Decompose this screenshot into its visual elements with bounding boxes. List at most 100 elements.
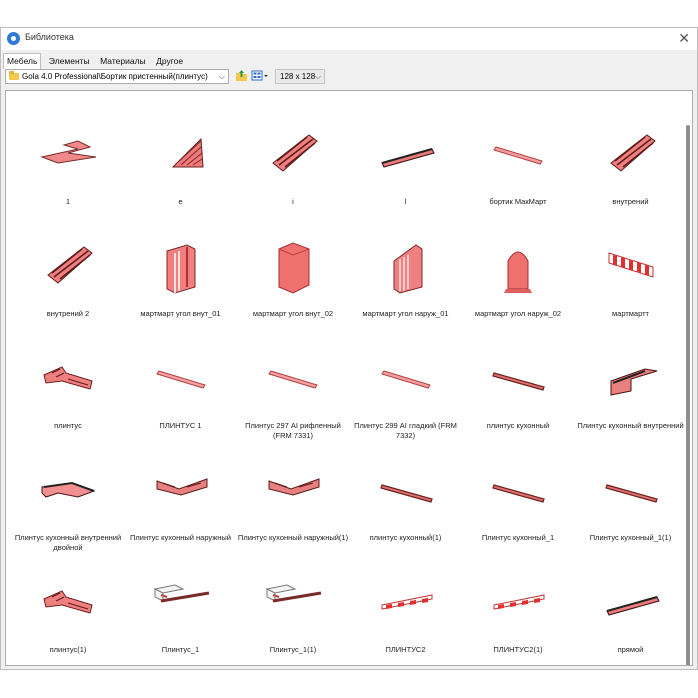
items-panel: 1 e i l бортик МакМарт внутрений внутрений 2 ма… xyxy=(5,90,693,666)
library-item[interactable]: Плинтус кухонный наружный(1) xyxy=(237,453,349,559)
item-label: мартмарт угол внут_01 xyxy=(140,309,221,318)
library-item[interactable]: i xyxy=(237,117,349,223)
item-thumbnail xyxy=(38,575,98,625)
scrollbar[interactable] xyxy=(686,125,690,665)
item-thumbnail xyxy=(376,463,436,513)
item-thumbnail xyxy=(488,463,548,513)
library-item[interactable]: плинтус кухонный(1) xyxy=(350,453,462,559)
item-label: плинтус кухонный(1) xyxy=(369,533,442,542)
item-label: l xyxy=(404,197,407,206)
library-item[interactable]: Плинтус_1(1) xyxy=(237,565,349,665)
close-icon[interactable]: ✕ xyxy=(678,30,690,46)
up-folder-icon[interactable] xyxy=(234,69,248,83)
item-label: бортик МакМарт xyxy=(489,197,547,206)
item-label: e xyxy=(178,197,183,206)
library-item[interactable]: мартмартт xyxy=(575,229,687,335)
tab-materials[interactable]: Материалы xyxy=(97,54,149,68)
library-item[interactable]: Плинтус 299 AI гладкий (FRM 7332) xyxy=(350,341,462,447)
tab-other[interactable]: Другое xyxy=(153,54,186,68)
item-thumbnail xyxy=(151,127,211,177)
library-item[interactable]: Плинтус кухонный_1(1) xyxy=(575,453,687,559)
library-item[interactable]: Плинтус_1 xyxy=(125,565,237,665)
item-label: Плинтус 299 AI гладкий (FRM 7332) xyxy=(354,421,457,440)
folder-icon xyxy=(9,71,19,80)
library-item[interactable]: Плинтус кухонный внутренний xyxy=(575,341,687,447)
item-thumbnail xyxy=(38,239,98,289)
item-label: Плинтус 297 AI рифленный (FRM 7331) xyxy=(245,421,341,440)
library-item[interactable]: плинтус кухонный xyxy=(462,341,574,447)
library-item[interactable]: Плинтус кухонный наружный xyxy=(125,453,237,559)
item-thumbnail xyxy=(263,127,323,177)
item-label: Плинтус кухонный наружный(1) xyxy=(237,533,349,542)
tab-elements[interactable]: Элементы xyxy=(46,54,93,68)
library-item[interactable]: e xyxy=(125,117,237,223)
toolbar: Gola 4.0 Professional\Бортик пристенный(… xyxy=(5,69,695,87)
library-item[interactable]: мартмарт угол внут_02 xyxy=(237,229,349,335)
item-thumbnail xyxy=(601,575,661,625)
item-label: i xyxy=(292,197,294,206)
path-text: Gola 4.0 Professional\Бортик пристенный(… xyxy=(22,72,208,81)
item-thumbnail xyxy=(263,351,323,401)
item-label: внутрений 2 xyxy=(46,309,90,318)
chevron-down-icon: ⌵ xyxy=(218,72,225,81)
tab-furniture[interactable]: Мебель xyxy=(3,53,42,69)
item-thumbnail xyxy=(151,463,211,513)
library-item[interactable]: l xyxy=(350,117,462,223)
path-dropdown[interactable]: Gola 4.0 Professional\Бортик пристенный(… xyxy=(5,69,229,84)
item-thumbnail xyxy=(263,463,323,513)
library-item[interactable]: внутрений xyxy=(575,117,687,223)
tab-bar: Мебель Элементы Материалы Другое xyxy=(3,51,186,69)
item-thumbnail xyxy=(38,127,98,177)
item-thumbnail xyxy=(376,575,436,625)
library-item[interactable]: мартмарт угол внут_01 xyxy=(125,229,237,335)
item-label: мартмарт угол наруж_02 xyxy=(474,309,562,318)
item-label: мартмарт угол наруж_01 xyxy=(362,309,449,318)
item-label: Плинтус_1 xyxy=(161,645,200,654)
library-item[interactable]: Плинтус 297 AI рифленный (FRM 7331) xyxy=(237,341,349,447)
item-thumbnail xyxy=(488,351,548,401)
item-label: ПЛИНТУС2 xyxy=(385,645,426,654)
item-thumbnail xyxy=(38,351,98,401)
item-thumbnail xyxy=(488,239,548,293)
library-item[interactable]: плинтус(1) xyxy=(12,565,124,665)
library-item[interactable]: ПЛИНТУС2 xyxy=(350,565,462,665)
view-mode-icon[interactable] xyxy=(250,69,270,83)
item-thumbnail xyxy=(263,575,323,625)
library-item[interactable]: Плинтус кухонный внутренний двойной xyxy=(12,453,124,559)
chevron-down-icon: ⌵ xyxy=(314,72,321,81)
library-item[interactable]: прямой xyxy=(575,565,687,665)
item-label: плинтус кухонный xyxy=(486,421,550,430)
item-thumbnail xyxy=(38,463,98,513)
item-label: ПЛИНТУС 1 xyxy=(159,421,202,430)
library-item[interactable]: мартмарт угол наруж_01 xyxy=(350,229,462,335)
item-thumbnail xyxy=(376,127,436,177)
item-thumbnail xyxy=(601,239,661,289)
item-label: плинтус xyxy=(54,421,82,430)
library-item[interactable]: ПЛИНТУС2(1) xyxy=(462,565,574,665)
library-item[interactable]: ПЛИНТУС 1 xyxy=(125,341,237,447)
item-thumbnail xyxy=(488,575,548,625)
item-thumbnail xyxy=(263,239,323,294)
item-thumbnail xyxy=(488,127,548,177)
item-thumbnail xyxy=(601,351,661,401)
item-thumbnail xyxy=(376,351,436,401)
library-item[interactable]: внутрений 2 xyxy=(12,229,124,335)
library-item[interactable]: мартмарт угол наруж_02 xyxy=(462,229,574,335)
library-item[interactable]: 1 xyxy=(12,117,124,223)
item-label: Плинтус кухонный внутренний двойной xyxy=(14,533,122,552)
thumbnail-size-select[interactable]: 128 x 128 ⌵ xyxy=(275,69,325,84)
library-item[interactable]: бортик МакМарт xyxy=(462,117,574,223)
window-title: Библиотека xyxy=(25,32,74,42)
app-icon xyxy=(7,32,20,45)
item-thumbnail xyxy=(601,127,661,177)
title-bar: Библиотека ✕ xyxy=(1,28,697,50)
library-window: Библиотека ✕ Мебель Элементы Материалы Д… xyxy=(0,27,698,670)
item-label: мартмарт угол внут_02 xyxy=(252,309,334,318)
library-item[interactable]: Плинтус кухонный_1 xyxy=(462,453,574,559)
item-thumbnail xyxy=(151,351,211,401)
library-item[interactable]: плинтус xyxy=(12,341,124,447)
item-thumbnail xyxy=(376,239,436,294)
item-label: Плинтус_1(1) xyxy=(269,645,317,654)
item-thumbnail xyxy=(151,575,211,625)
item-label: Плинтус кухонный_1 xyxy=(481,533,555,542)
